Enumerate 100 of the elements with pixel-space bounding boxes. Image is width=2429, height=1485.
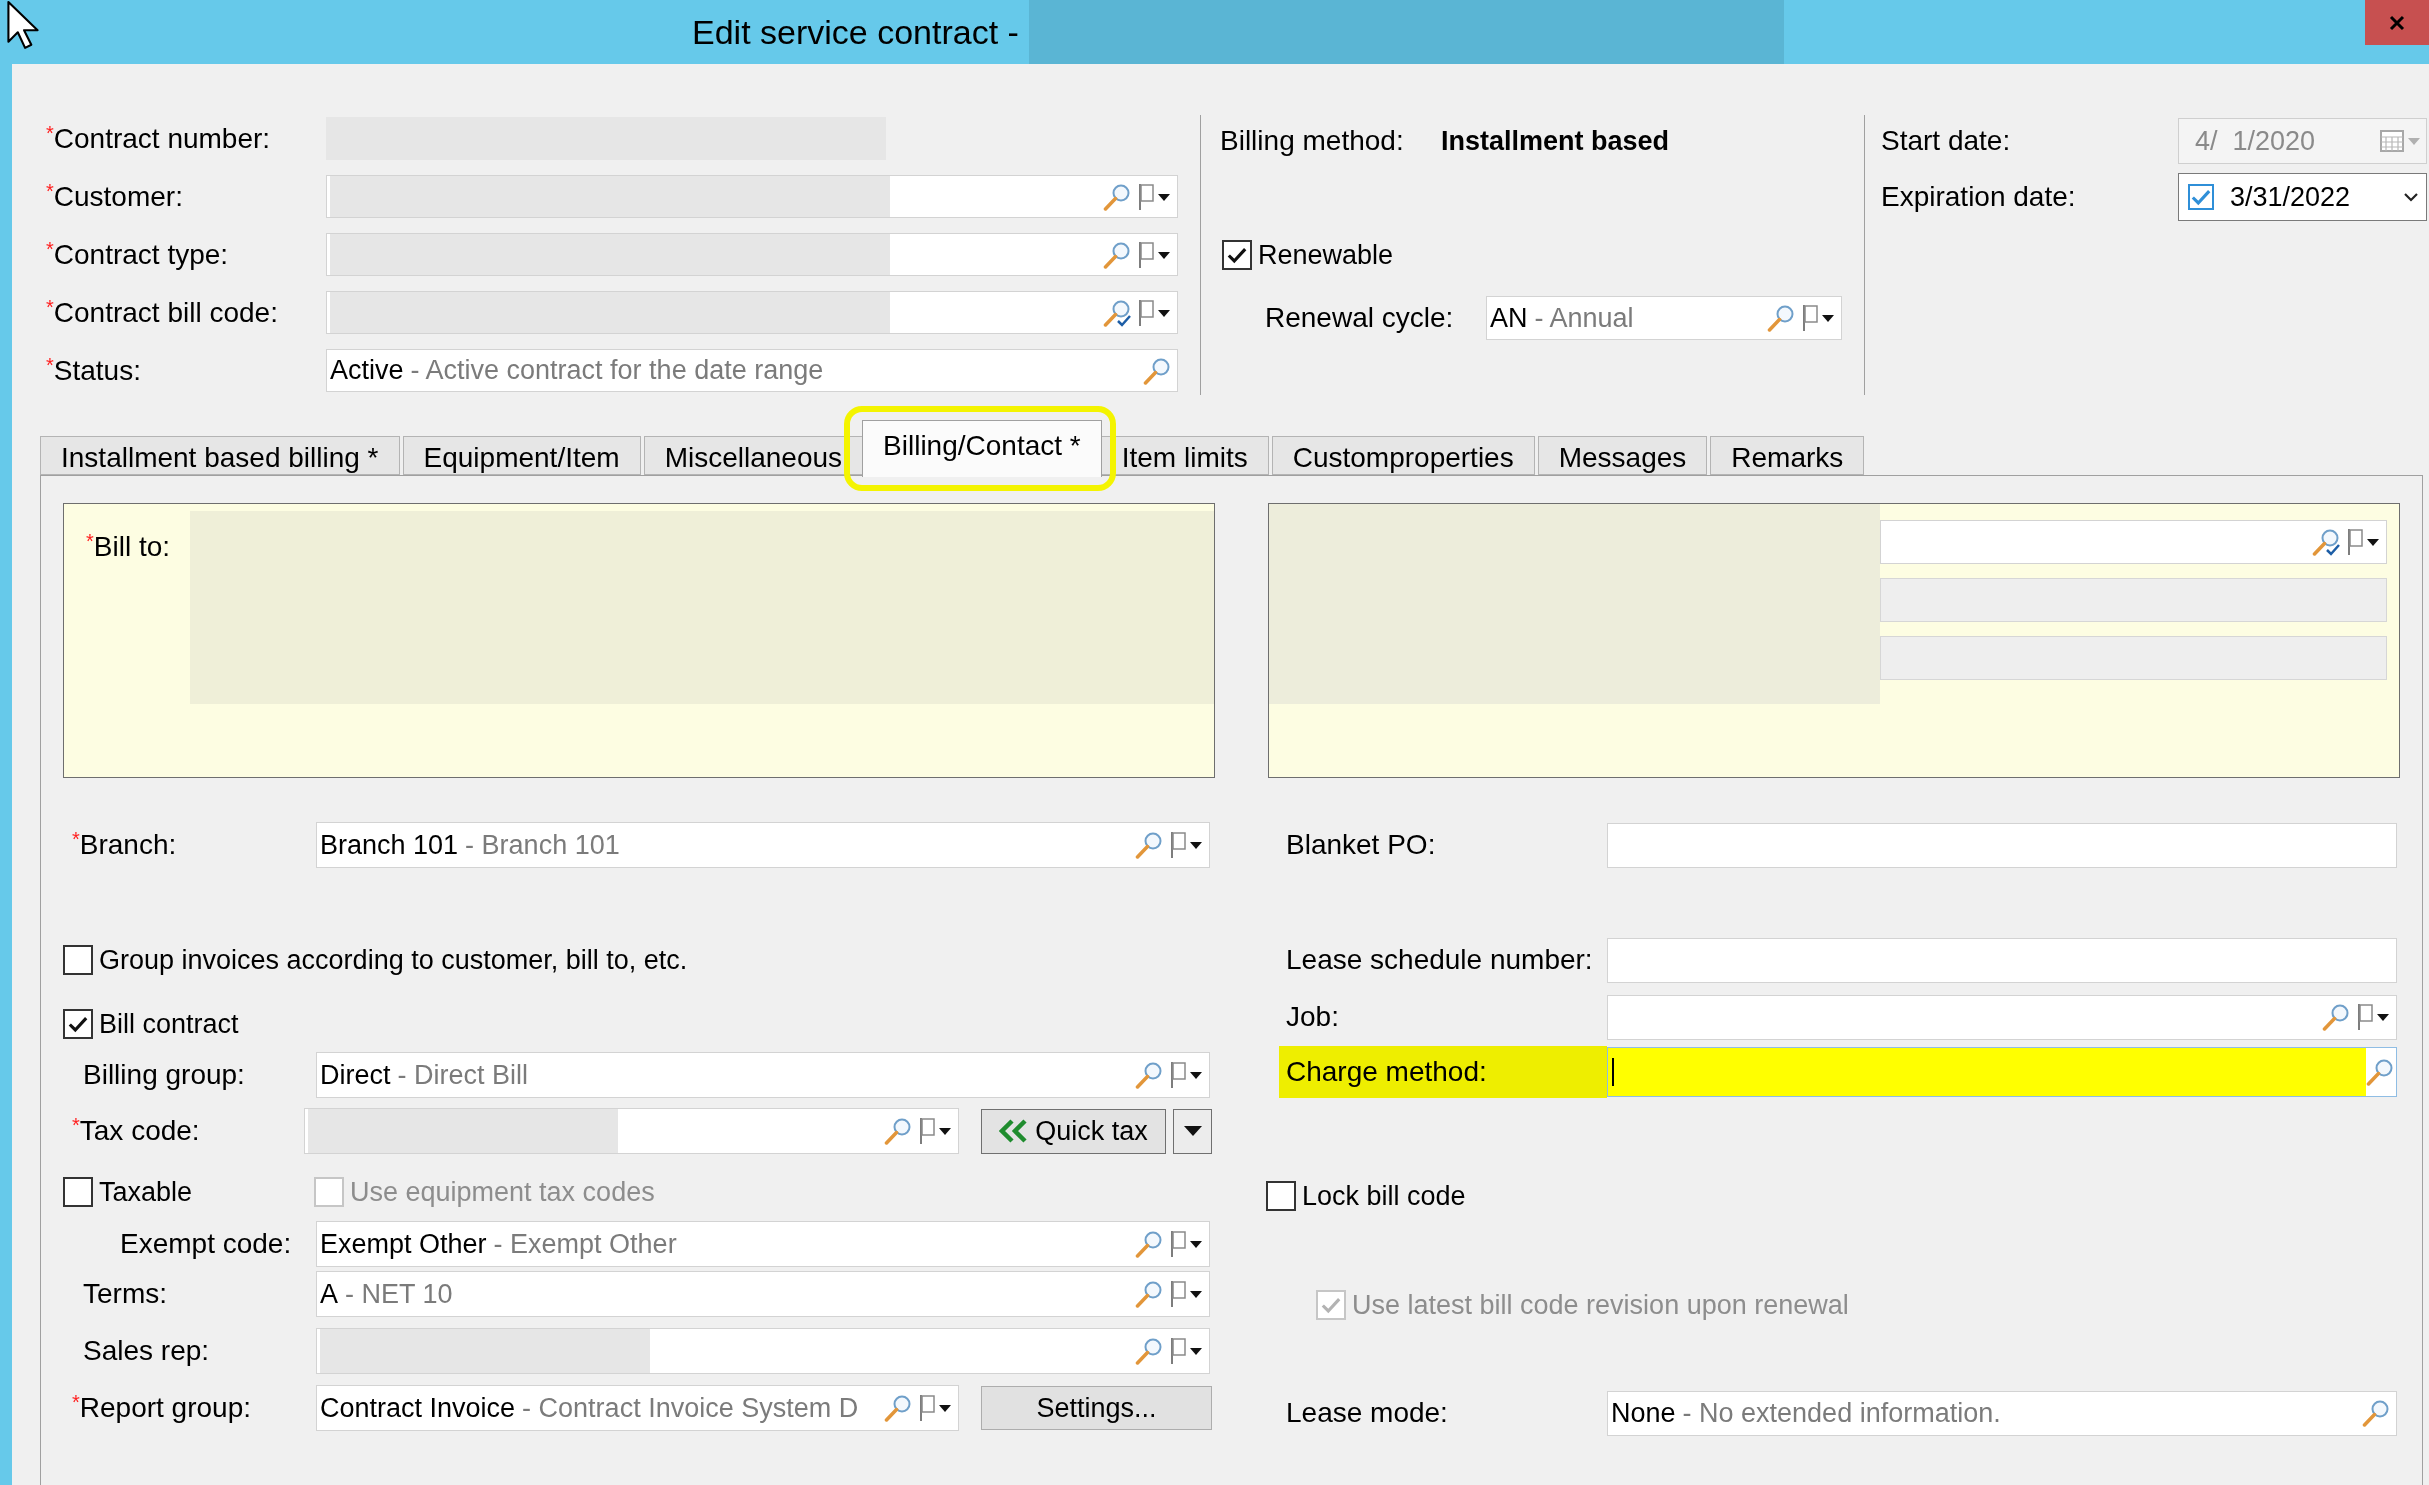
lookup-field[interactable]: Active - Active contract for the date range xyxy=(326,349,1178,392)
flag-dropdown-icon[interactable] xyxy=(1169,831,1203,859)
close-icon xyxy=(2389,14,2405,31)
tab[interactable]: Equipment/Item xyxy=(402,436,641,475)
checkbox[interactable] xyxy=(63,1009,93,1039)
field-label: Lease schedule number: xyxy=(1286,943,1593,977)
checkmark-icon xyxy=(2191,188,2211,206)
tab[interactable]: Item limits xyxy=(1100,436,1269,475)
flag-dropdown-icon[interactable] xyxy=(1137,182,1171,211)
flag-dropdown-icon[interactable] xyxy=(2356,1003,2390,1031)
search-icon[interactable] xyxy=(1767,304,1795,332)
checkbox-label: Renewable xyxy=(1258,238,1394,272)
flag-dropdown-icon[interactable] xyxy=(1801,304,1835,332)
search-check-icon[interactable] xyxy=(1103,298,1131,327)
search-check-icon[interactable] xyxy=(2312,528,2340,556)
checkbox[interactable] xyxy=(1222,240,1252,270)
input-field[interactable] xyxy=(1607,822,2397,868)
flag-dropdown-icon[interactable] xyxy=(1169,1230,1203,1258)
field-label: *Contract bill code: xyxy=(46,294,278,330)
field-label: *Status: xyxy=(46,352,141,388)
chevron-down-icon[interactable] xyxy=(2404,192,2418,202)
quick-tax-button[interactable]: Quick tax xyxy=(981,1108,1166,1154)
field-label: Exempt code: xyxy=(120,1227,292,1261)
checkbox[interactable] xyxy=(1266,1181,1296,1211)
checkbox[interactable] xyxy=(63,945,93,975)
field-label: *Bill to: xyxy=(86,529,171,564)
checkmark-icon xyxy=(1227,246,1247,264)
checkbox[interactable] xyxy=(2188,184,2214,210)
tab[interactable]: Miscellaneous xyxy=(643,436,864,475)
checkbox-label: Use latest bill code revision upon renewal xyxy=(1352,1288,1849,1322)
search-icon[interactable] xyxy=(1135,1337,1163,1365)
dropdown-button[interactable] xyxy=(1173,1108,1212,1154)
search-icon[interactable] xyxy=(1135,1061,1163,1089)
search-icon[interactable] xyxy=(2366,1058,2394,1086)
search-icon[interactable] xyxy=(884,1117,912,1145)
caret-icon xyxy=(1183,1126,1202,1136)
close-button[interactable] xyxy=(2365,0,2429,45)
lookup-field[interactable]: A - NET 10 xyxy=(316,1271,1210,1317)
flag-dropdown-icon[interactable] xyxy=(1169,1337,1203,1365)
field-label: Start date: xyxy=(1881,124,2011,158)
field-label: *Branch: xyxy=(72,827,177,862)
flag-dropdown-icon[interactable] xyxy=(1169,1280,1203,1308)
flag-dropdown-icon[interactable] xyxy=(1169,1061,1203,1089)
checkbox[interactable] xyxy=(63,1177,93,1207)
field-label: Terms: xyxy=(83,1277,167,1311)
window-title: Edit service contract - xyxy=(692,11,1019,53)
search-icon[interactable] xyxy=(1135,1280,1163,1308)
lookup-field[interactable]: Branch 101 - Branch 101 xyxy=(316,822,1210,868)
search-icon[interactable] xyxy=(884,1394,912,1422)
lookup-field[interactable]: Direct - Direct Bill xyxy=(316,1052,1210,1098)
field-label: Renewal cycle: xyxy=(1265,301,1454,335)
lookup-field[interactable] xyxy=(304,1108,959,1154)
lookup-field[interactable] xyxy=(326,291,1178,334)
flag-dropdown-icon[interactable] xyxy=(1137,240,1171,269)
flag-dropdown-icon[interactable] xyxy=(918,1394,952,1422)
search-icon[interactable] xyxy=(1135,1230,1163,1258)
lookup-field[interactable] xyxy=(316,1328,1210,1374)
lookup-field[interactable] xyxy=(1607,994,2397,1040)
lookup-field[interactable] xyxy=(326,175,1178,218)
field-label: Lease mode: xyxy=(1286,1396,1448,1430)
billing-method-value: Installment based xyxy=(1441,124,1670,158)
field-label: Sales rep: xyxy=(83,1334,210,1368)
date-field[interactable]: 3/31/2022 xyxy=(2178,173,2427,221)
checkmark-icon xyxy=(68,1015,88,1033)
lookup-field[interactable] xyxy=(326,233,1178,276)
flag-dropdown-icon[interactable] xyxy=(1137,298,1171,327)
double-chevron-left-icon xyxy=(999,1119,1028,1143)
lookup-field[interactable] xyxy=(1880,520,2387,564)
field-label: *Report group: xyxy=(72,1390,251,1425)
field-label: *Customer: xyxy=(46,178,183,214)
lookup-field[interactable] xyxy=(1607,1047,2397,1097)
checkbox-label: Group invoices according to customer, bill to, etc. xyxy=(99,943,688,977)
lookup-field[interactable]: None - No extended information. xyxy=(1607,1390,2397,1436)
field-label: Job: xyxy=(1286,1000,1339,1034)
field-label: *Tax code: xyxy=(72,1113,200,1148)
tab[interactable]: Installment based billing * xyxy=(40,436,400,475)
lookup-field[interactable]: Contract Invoice - Contract Invoice System D xyxy=(316,1385,959,1431)
input-field[interactable] xyxy=(1607,937,2397,983)
search-icon[interactable] xyxy=(2362,1399,2390,1427)
field-label: Charge method: xyxy=(1286,1055,1487,1089)
checkmark-icon xyxy=(1321,1296,1341,1314)
checkbox-label: Lock bill code xyxy=(1302,1179,1466,1213)
lookup-field[interactable]: Exempt Other - Exempt Other xyxy=(316,1221,1210,1267)
tab[interactable]: Billing/Contact * xyxy=(862,420,1102,477)
search-icon[interactable] xyxy=(1135,831,1163,859)
lookup-field[interactable]: AN - Annual xyxy=(1486,296,1842,340)
field-label: Billing method: xyxy=(1220,124,1405,158)
checkbox-label: Use equipment tax codes xyxy=(350,1175,655,1209)
field-label: *Contract type: xyxy=(46,236,229,272)
search-icon[interactable] xyxy=(1143,356,1171,385)
search-icon[interactable] xyxy=(1103,182,1131,211)
tab[interactable]: Remarks xyxy=(1710,436,1865,475)
mouse-pointer-icon xyxy=(6,0,40,50)
tab[interactable]: Customproperties xyxy=(1271,436,1535,475)
settings-button[interactable]: Settings... xyxy=(981,1386,1212,1430)
tab[interactable]: Messages xyxy=(1537,436,1708,475)
search-icon[interactable] xyxy=(1103,240,1131,269)
search-icon[interactable] xyxy=(2322,1003,2350,1031)
flag-dropdown-icon[interactable] xyxy=(918,1117,952,1145)
flag-dropdown-icon[interactable] xyxy=(2346,528,2380,556)
